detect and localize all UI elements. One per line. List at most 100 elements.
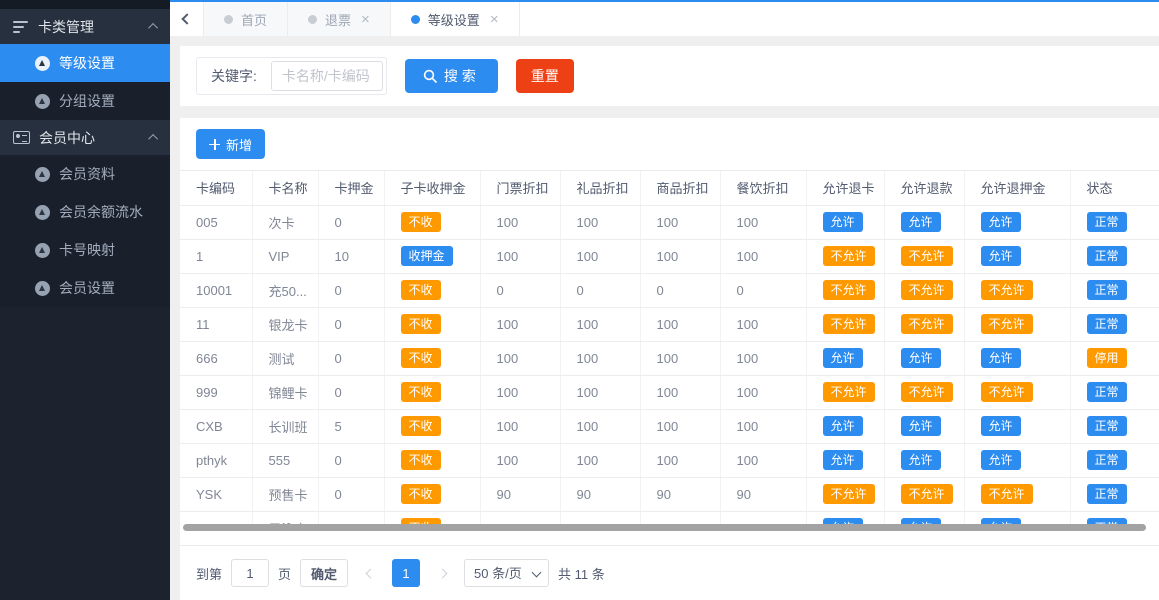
table-cell: 0	[640, 273, 720, 307]
status-badge: 正常	[1087, 314, 1127, 334]
table-row[interactable]: YSK预售卡0不收90909090不允许不允许不允许正常	[180, 477, 1159, 511]
sidebar: 卡类管理 等级设置 分组设置 会员中心 会员资料 会员余额流水 卡号映射	[0, 0, 170, 600]
data-table-wrapper: 卡编码卡名称卡押金子卡收押金门票折扣礼品折扣商品折扣餐饮折扣允许退卡允许退款允许…	[180, 170, 1159, 524]
table-cell: 0	[318, 443, 384, 477]
table-cell: 100	[720, 409, 806, 443]
status-badge: 正常	[1087, 450, 1127, 470]
table-row[interactable]: 005次卡0不收100100100100允许允许允许正常	[180, 205, 1159, 239]
sidebar-group-member-center[interactable]: 会员中心	[0, 120, 170, 155]
table-row[interactable]: CXB长训班5不收100100100100允许允许允许正常	[180, 409, 1159, 443]
table-cell: 100	[720, 205, 806, 239]
status-badge: 不收	[401, 314, 441, 334]
sidebar-item-level-settings[interactable]: 等级设置	[0, 44, 170, 82]
close-icon[interactable]	[361, 12, 370, 27]
table-cell: 90	[640, 477, 720, 511]
status-badge: 不收	[401, 348, 441, 368]
table-row[interactable]: 1VIP10收押金100100100100不允许不允许允许正常	[180, 239, 1159, 273]
tab-refund-ticket[interactable]: 退票	[288, 2, 391, 36]
sidebar-item-label: 等级设置	[59, 53, 115, 73]
status-badge: 不允许	[981, 314, 1033, 334]
sidebar-item-member-info[interactable]: 会员资料	[0, 155, 170, 193]
column-header: 子卡收押金	[384, 171, 480, 205]
table-cell: 允许	[806, 205, 884, 239]
sidebar-item-member-settings[interactable]: 会员设置	[0, 269, 170, 307]
keyword-input[interactable]	[271, 61, 383, 91]
sidebar-group-card-management[interactable]: 卡类管理	[0, 9, 170, 44]
sidebar-item-group-settings[interactable]: 分组设置	[0, 82, 170, 120]
status-badge: 允许	[901, 212, 941, 232]
column-header: 卡编码	[180, 171, 252, 205]
table-cell: 100	[560, 341, 640, 375]
table-cell: 666	[180, 341, 252, 375]
table-row[interactable]: 999锦鲤卡0不收100100100100不允许不允许不允许正常	[180, 375, 1159, 409]
circle-icon	[35, 281, 50, 296]
table-row[interactable]: 10001充50...0不收0000不允许不允许不允许正常	[180, 273, 1159, 307]
table-cell: 0	[318, 307, 384, 341]
page-number-button[interactable]: 1	[392, 559, 420, 587]
table-cell: 0	[480, 273, 560, 307]
table-cell: 不收	[384, 341, 480, 375]
table-cell: 不允许	[964, 273, 1070, 307]
table-cell: 0	[318, 205, 384, 239]
table-cell: 正常	[1070, 307, 1159, 341]
confirm-button[interactable]: 确定	[300, 559, 348, 587]
column-header: 卡名称	[252, 171, 318, 205]
content-area: 关键字: 搜索 重置 新增	[170, 36, 1159, 600]
sidebar-item-label: 分组设置	[59, 91, 115, 111]
tab-level-settings[interactable]: 等级设置	[391, 2, 520, 36]
status-badge: 允许	[901, 348, 941, 368]
table-cell: 允许	[884, 511, 964, 524]
sidebar-top-strip	[0, 0, 170, 9]
table-cell: 100	[560, 409, 640, 443]
table-cell: 100	[480, 511, 560, 524]
table-cell: 999	[180, 375, 252, 409]
page-size-select[interactable]: 50 条/页	[464, 559, 549, 587]
table-cell: 停用	[1070, 341, 1159, 375]
status-badge: 不允许	[823, 314, 875, 334]
table-cell: 正常	[1070, 511, 1159, 524]
status-badge: 正常	[1087, 484, 1127, 504]
table-cell: 允许	[884, 443, 964, 477]
table-cell: 允许	[884, 205, 964, 239]
close-icon[interactable]	[490, 12, 499, 27]
table-cell: 10001	[180, 273, 252, 307]
table-cell: 0	[318, 341, 384, 375]
table-cell: CXB	[180, 409, 252, 443]
table-cell: 100	[640, 307, 720, 341]
sidebar-item-label: 会员设置	[59, 278, 115, 298]
table-cell: 100	[480, 409, 560, 443]
table-row[interactable]: 11银龙卡0不收100100100100不允许不允许不允许正常	[180, 307, 1159, 341]
tabs-back-button[interactable]	[170, 2, 204, 36]
tab-home[interactable]: 首页	[204, 2, 288, 36]
table-cell: 90	[720, 477, 806, 511]
table-cell: 100	[720, 443, 806, 477]
table-row[interactable]: 666测试0不收100100100100允许允许允许停用	[180, 341, 1159, 375]
sidebar-group-label: 会员中心	[39, 128, 151, 148]
table-cell: 100	[480, 341, 560, 375]
next-page-button[interactable]	[429, 559, 455, 587]
sidebar-submenu: 等级设置 分组设置	[0, 44, 170, 120]
sidebar-item-member-balance-flow[interactable]: 会员余额流水	[0, 193, 170, 231]
table-cell: 100	[560, 375, 640, 409]
add-button[interactable]: 新增	[196, 129, 265, 159]
table-cell: 不收	[384, 477, 480, 511]
table-cell: 1	[180, 239, 252, 273]
data-table: 卡编码卡名称卡押金子卡收押金门票折扣礼品折扣商品折扣餐饮折扣允许退卡允许退款允许…	[180, 171, 1159, 524]
table-cell: 允许	[964, 239, 1070, 273]
table-cell: 不允许	[806, 375, 884, 409]
search-button[interactable]: 搜索	[405, 59, 498, 93]
table-row[interactable]: ZYK早泳卡5不收100100100100允许允许允许正常	[180, 511, 1159, 524]
status-badge: 不允许	[823, 484, 875, 504]
sidebar-item-card-mapping[interactable]: 卡号映射	[0, 231, 170, 269]
page-label: 页	[278, 564, 291, 583]
reset-button[interactable]: 重置	[516, 59, 574, 93]
prev-page-button[interactable]	[357, 559, 383, 587]
status-badge: 不收	[401, 416, 441, 436]
status-badge: 正常	[1087, 246, 1127, 266]
circle-icon	[35, 94, 50, 109]
table-row[interactable]: pthyk5550不收100100100100允许允许允许正常	[180, 443, 1159, 477]
table-cell: 长训班	[252, 409, 318, 443]
goto-page-input[interactable]	[231, 559, 269, 587]
scrollbar-thumb[interactable]	[183, 524, 1146, 531]
table-cell: 不允许	[884, 239, 964, 273]
